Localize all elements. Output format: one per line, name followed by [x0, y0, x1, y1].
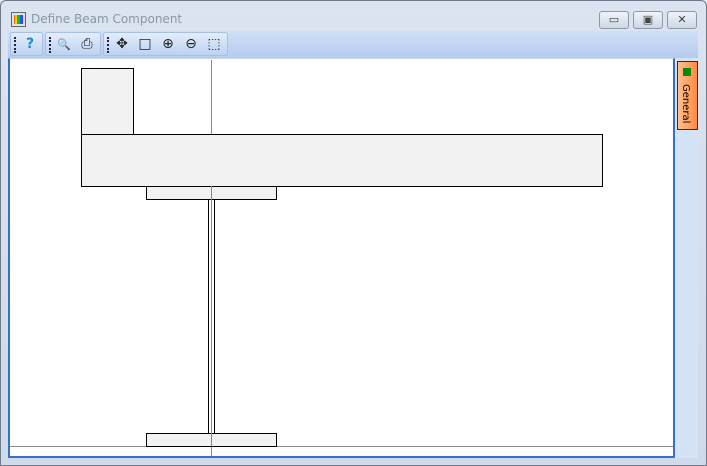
haunch-block — [81, 68, 134, 135]
beam-drawing — [10, 60, 673, 456]
concrete-slab — [81, 134, 603, 187]
